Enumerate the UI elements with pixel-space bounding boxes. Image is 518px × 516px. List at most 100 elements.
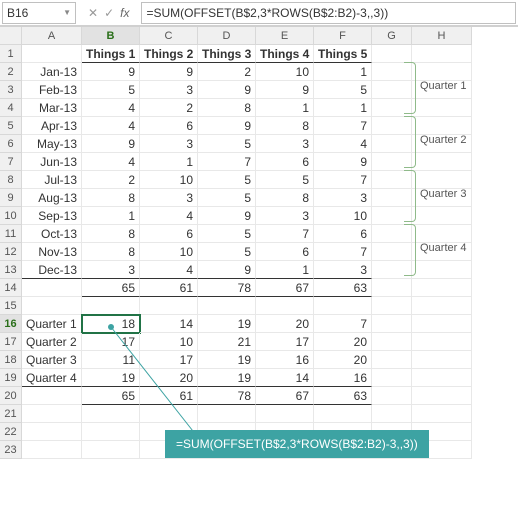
cell-C8[interactable]: 10: [140, 171, 198, 189]
cell-E9[interactable]: 8: [256, 189, 314, 207]
cell-B11[interactable]: 8: [82, 225, 140, 243]
cell-B3[interactable]: 5: [82, 81, 140, 99]
cell-F9[interactable]: 3: [314, 189, 372, 207]
row-header-2[interactable]: 2: [0, 63, 22, 81]
col-header-C[interactable]: C: [140, 27, 198, 45]
cell-D14[interactable]: 78: [198, 279, 256, 297]
col-header-B[interactable]: B: [82, 27, 140, 45]
cancel-icon[interactable]: ✕: [88, 6, 98, 20]
cell-C9[interactable]: 3: [140, 189, 198, 207]
cell-G17[interactable]: [372, 333, 412, 351]
cell-D9[interactable]: 5: [198, 189, 256, 207]
row-header-21[interactable]: 21: [0, 405, 22, 423]
cell-A22[interactable]: [22, 423, 82, 441]
col-header-H[interactable]: H: [412, 27, 472, 45]
cell-G18[interactable]: [372, 351, 412, 369]
cell-D6[interactable]: 5: [198, 135, 256, 153]
cell-G16[interactable]: [372, 315, 412, 333]
cell-C6[interactable]: 3: [140, 135, 198, 153]
cell-D2[interactable]: 2: [198, 63, 256, 81]
cell-E1[interactable]: Things 4: [256, 45, 314, 63]
cell-C20[interactable]: 61: [140, 387, 198, 405]
cell-C17[interactable]: 10: [140, 333, 198, 351]
cell-H19[interactable]: [412, 369, 472, 387]
cell-B23[interactable]: [82, 441, 140, 459]
cell-E12[interactable]: 6: [256, 243, 314, 261]
cell-E6[interactable]: 3: [256, 135, 314, 153]
cell-F15[interactable]: [314, 297, 372, 315]
select-all-corner[interactable]: [0, 27, 22, 45]
cell-F10[interactable]: 10: [314, 207, 372, 225]
cell-B14[interactable]: 65: [82, 279, 140, 297]
cell-H17[interactable]: [412, 333, 472, 351]
cell-C14[interactable]: 61: [140, 279, 198, 297]
cell-B7[interactable]: 4: [82, 153, 140, 171]
cell-D19[interactable]: 19: [198, 369, 256, 387]
cell-B13[interactable]: 3: [82, 261, 140, 279]
cell-D1[interactable]: Things 3: [198, 45, 256, 63]
cell-A13[interactable]: Dec-13: [22, 261, 82, 279]
col-header-D[interactable]: D: [198, 27, 256, 45]
cell-A11[interactable]: Oct-13: [22, 225, 82, 243]
cell-F3[interactable]: 5: [314, 81, 372, 99]
row-header-20[interactable]: 20: [0, 387, 22, 405]
cell-D12[interactable]: 5: [198, 243, 256, 261]
cell-D16[interactable]: 19: [198, 315, 256, 333]
cell-E21[interactable]: [256, 405, 314, 423]
cell-D8[interactable]: 5: [198, 171, 256, 189]
col-header-A[interactable]: A: [22, 27, 82, 45]
cell-A3[interactable]: Feb-13: [22, 81, 82, 99]
cell-F6[interactable]: 4: [314, 135, 372, 153]
cell-E8[interactable]: 5: [256, 171, 314, 189]
cell-A12[interactable]: Nov-13: [22, 243, 82, 261]
cell-A8[interactable]: Jul-13: [22, 171, 82, 189]
cell-A4[interactable]: Mar-13: [22, 99, 82, 117]
cell-D3[interactable]: 9: [198, 81, 256, 99]
cell-F18[interactable]: 20: [314, 351, 372, 369]
cell-F7[interactable]: 9: [314, 153, 372, 171]
cell-G21[interactable]: [372, 405, 412, 423]
row-header-17[interactable]: 17: [0, 333, 22, 351]
cell-G14[interactable]: [372, 279, 412, 297]
row-header-9[interactable]: 9: [0, 189, 22, 207]
cell-E14[interactable]: 67: [256, 279, 314, 297]
cell-E18[interactable]: 16: [256, 351, 314, 369]
cell-G20[interactable]: [372, 387, 412, 405]
cell-B2[interactable]: 9: [82, 63, 140, 81]
cell-C18[interactable]: 17: [140, 351, 198, 369]
cell-H16[interactable]: [412, 315, 472, 333]
cell-F21[interactable]: [314, 405, 372, 423]
cell-C3[interactable]: 3: [140, 81, 198, 99]
cell-E19[interactable]: 14: [256, 369, 314, 387]
cell-C5[interactable]: 6: [140, 117, 198, 135]
name-box[interactable]: B16 ▼: [2, 2, 76, 24]
cell-E10[interactable]: 3: [256, 207, 314, 225]
cell-H11[interactable]: [412, 225, 472, 243]
cell-F5[interactable]: 7: [314, 117, 372, 135]
formula-input[interactable]: =SUM(OFFSET(B$2,3*ROWS(B$2:B2)-3,,3)): [141, 2, 516, 24]
cell-D13[interactable]: 9: [198, 261, 256, 279]
cell-D11[interactable]: 5: [198, 225, 256, 243]
cell-E16[interactable]: 20: [256, 315, 314, 333]
cell-D10[interactable]: 9: [198, 207, 256, 225]
col-header-E[interactable]: E: [256, 27, 314, 45]
row-header-15[interactable]: 15: [0, 297, 22, 315]
cell-B20[interactable]: 65: [82, 387, 140, 405]
cell-B10[interactable]: 1: [82, 207, 140, 225]
row-header-16[interactable]: 16: [0, 315, 22, 333]
cell-F1[interactable]: Things 5: [314, 45, 372, 63]
cell-G1[interactable]: [372, 45, 412, 63]
cell-A14[interactable]: [22, 279, 82, 297]
row-header-8[interactable]: 8: [0, 171, 22, 189]
cell-E17[interactable]: 17: [256, 333, 314, 351]
cell-H13[interactable]: [412, 261, 472, 279]
cell-A19[interactable]: Quarter 4: [22, 369, 82, 387]
cell-H20[interactable]: [412, 387, 472, 405]
cell-B5[interactable]: 4: [82, 117, 140, 135]
cell-H5[interactable]: [412, 117, 472, 135]
cell-B4[interactable]: 4: [82, 99, 140, 117]
cell-H15[interactable]: [412, 297, 472, 315]
cell-C12[interactable]: 10: [140, 243, 198, 261]
row-header-5[interactable]: 5: [0, 117, 22, 135]
cell-D7[interactable]: 7: [198, 153, 256, 171]
